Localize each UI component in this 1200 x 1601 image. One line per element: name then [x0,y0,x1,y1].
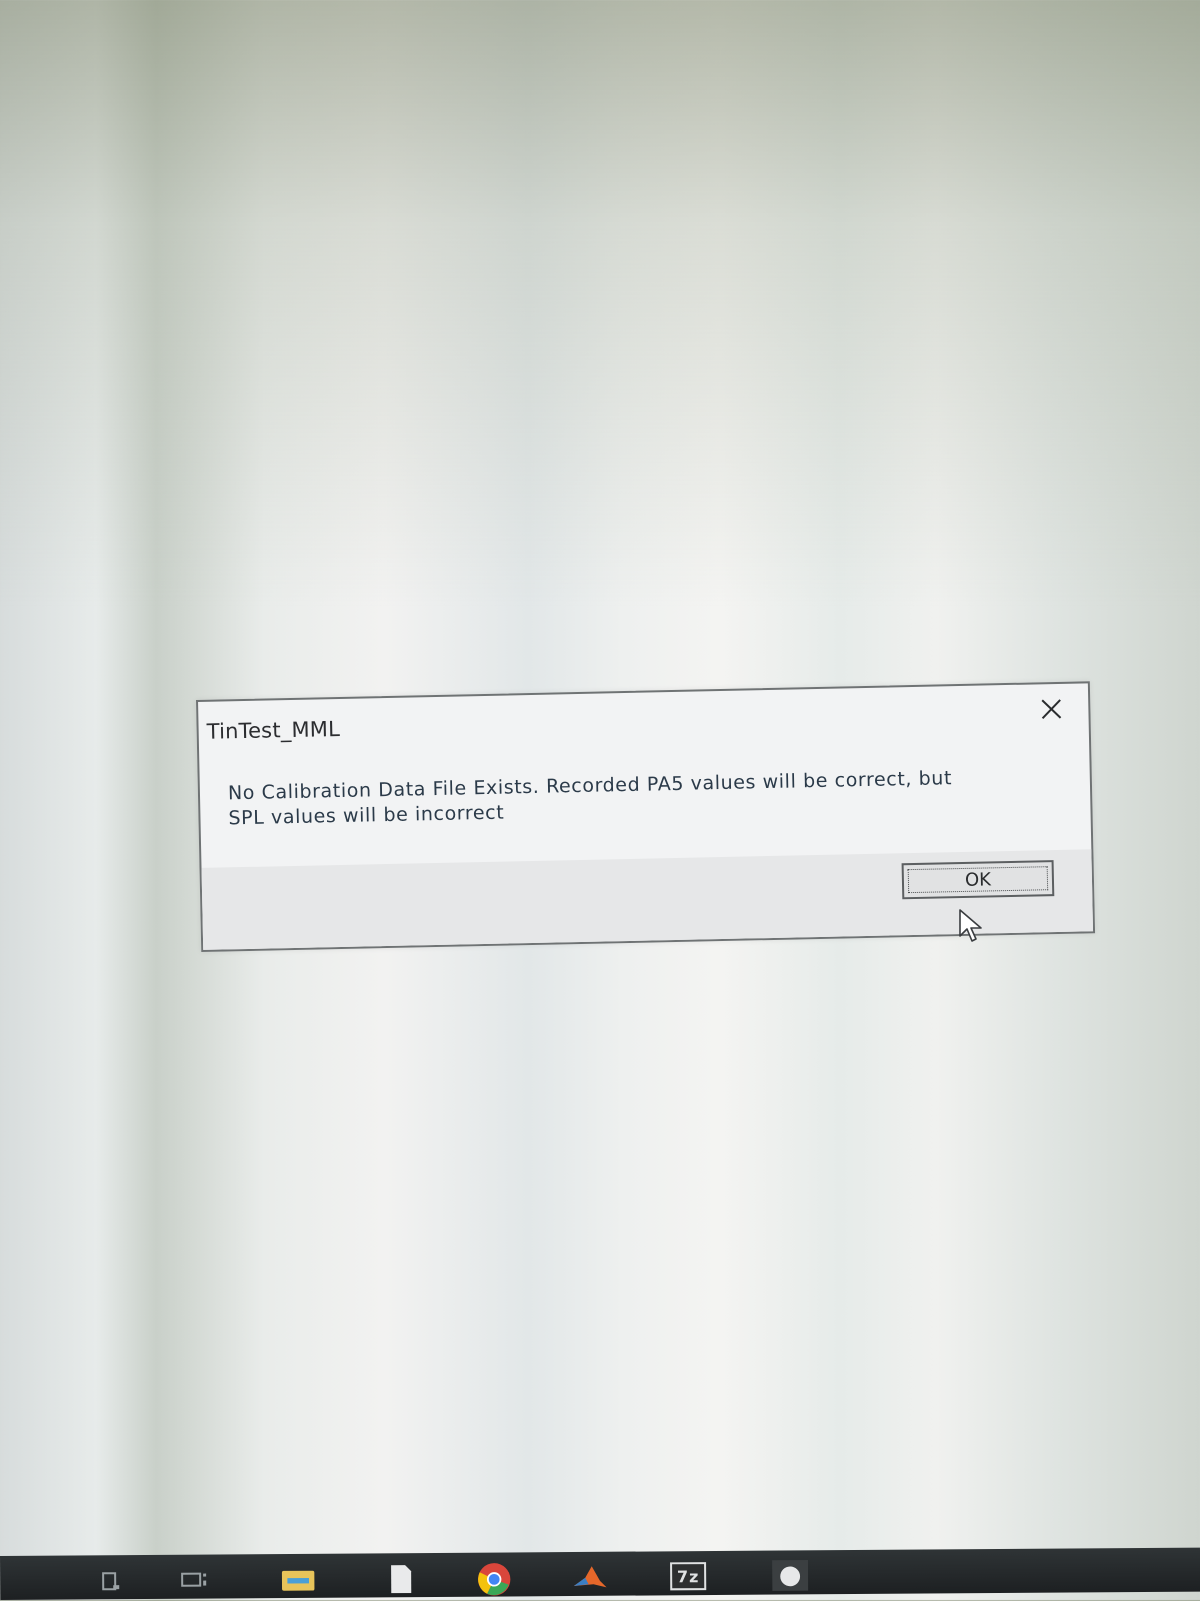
7zip-icon[interactable]: 7z [670,1561,707,1591]
mouse-cursor-icon [958,908,986,948]
close-icon[interactable] [1036,694,1067,725]
chrome-icon[interactable] [476,1562,512,1596]
dialog-message: No Calibration Data File Exists. Recorde… [228,764,1049,831]
file-explorer-icon[interactable] [280,1564,316,1594]
document-icon[interactable] [382,1563,418,1594]
matlab-icon[interactable] [572,1562,608,1592]
file-icon[interactable] [92,1565,128,1595]
7zip-label: 7z [676,1566,700,1586]
task-view-icon[interactable] [176,1565,212,1595]
app-icon[interactable] [772,1560,809,1591]
ok-button-label: OK [964,868,992,891]
dialog-title: TinTest_MML [206,716,341,744]
ok-button[interactable]: OK [901,860,1055,900]
taskbar: 7z [0,1547,1200,1600]
